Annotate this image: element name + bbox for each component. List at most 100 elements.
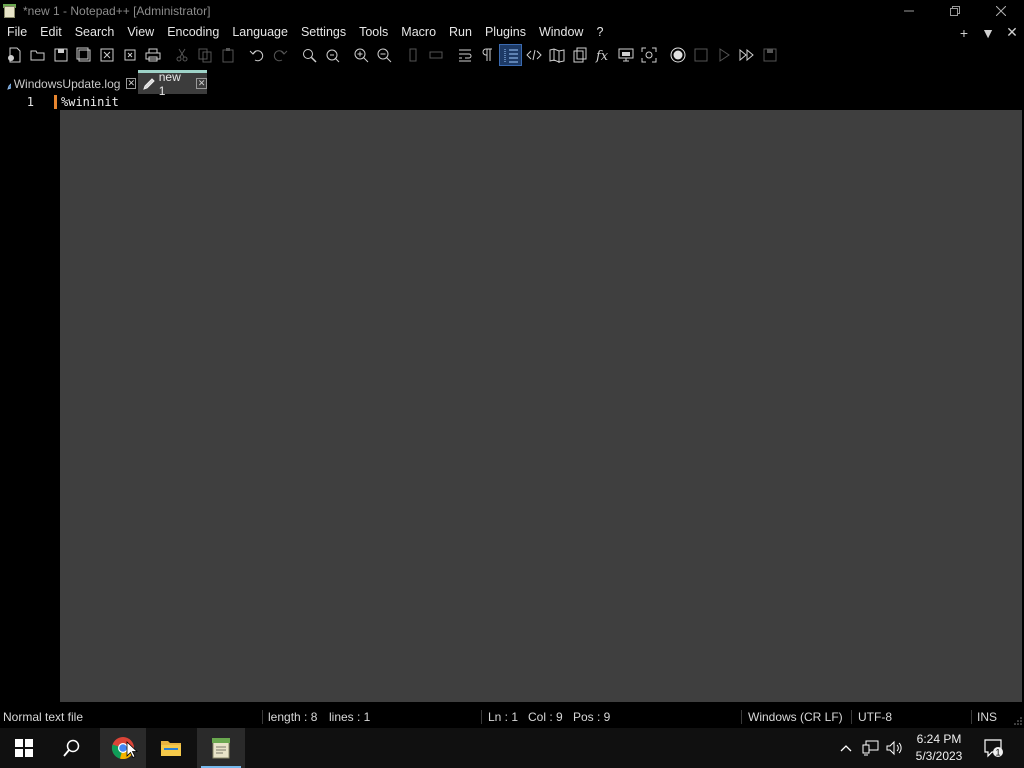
minimize-icon: [904, 10, 914, 12]
svg-text:fx: fx: [595, 49, 609, 63]
menu-view[interactable]: View: [120, 22, 160, 43]
notification-icon: 1: [984, 739, 1003, 758]
zoom-in-icon[interactable]: [349, 44, 372, 66]
menu-bar: File Edit Search View Encoding Language …: [0, 22, 1024, 43]
toolbar: fx: [0, 43, 1024, 66]
change-marker: [54, 95, 57, 109]
cut-icon[interactable]: [170, 44, 193, 66]
menu-edit[interactable]: Edit: [33, 22, 68, 43]
network-icon: [862, 740, 879, 756]
search-icon: [63, 739, 80, 757]
menu-macro[interactable]: Macro: [394, 22, 442, 43]
new-file-icon[interactable]: [3, 44, 26, 66]
tab-close-button[interactable]: ✕: [196, 78, 207, 89]
save-all-icon[interactable]: [72, 44, 95, 66]
resize-grip-icon[interactable]: [1014, 717, 1022, 725]
minimize-button[interactable]: [886, 0, 932, 22]
record-macro-icon[interactable]: [666, 44, 689, 66]
tab-new-1[interactable]: new 1 ✕: [138, 70, 207, 98]
status-bar: Normal text file length : 8 lines : 1 Ln…: [0, 706, 1024, 728]
code-line[interactable]: %wininit: [60, 95, 119, 110]
indent-guide-icon[interactable]: [499, 43, 522, 66]
stop-macro-icon[interactable]: [689, 44, 712, 66]
close-icon[interactable]: [95, 44, 118, 66]
status-insert-mode[interactable]: INS: [977, 706, 997, 728]
menu-language[interactable]: Language: [225, 22, 294, 43]
menu-right-controls: + ▼ ✕: [952, 22, 1024, 43]
editor-area[interactable]: 1 %wininit: [2, 95, 1022, 702]
system-clock[interactable]: 6:24 PM 5/3/2023: [908, 731, 970, 765]
search-button[interactable]: [48, 728, 96, 768]
notepad-plus-plus-icon: [3, 4, 17, 18]
status-col: Col : 9: [528, 710, 563, 724]
tab-close-button[interactable]: ✕: [126, 78, 136, 89]
clock-time: 6:24 PM: [916, 732, 962, 746]
window-title: *new 1 - Notepad++ [Administrator]: [23, 4, 211, 18]
tab-bar: WindowsUpdate.log ✕ new 1 ✕: [0, 70, 1024, 98]
document-map-icon[interactable]: [545, 44, 568, 66]
run-macro-multiple-icon[interactable]: [735, 44, 758, 66]
monitoring-icon[interactable]: [637, 44, 660, 66]
taskbar-notepad-plus-plus[interactable]: [197, 728, 245, 768]
status-ln: Ln : 1: [488, 710, 519, 724]
menu-tools[interactable]: Tools: [352, 22, 394, 43]
close-window-button[interactable]: [978, 0, 1024, 22]
chevron-up-icon: [840, 745, 852, 752]
menu-window[interactable]: Window: [532, 22, 589, 43]
restore-button[interactable]: [932, 0, 978, 22]
find-icon[interactable]: [297, 44, 320, 66]
sync-horizontal-icon[interactable]: [424, 44, 447, 66]
tab-windowsupdate-log[interactable]: WindowsUpdate.log ✕: [2, 73, 136, 94]
status-length: length : 8: [268, 710, 318, 724]
title-bar: *new 1 - Notepad++ [Administrator]: [0, 0, 1024, 22]
status-file-type: Normal text file: [3, 710, 84, 724]
close-icon: [996, 6, 1006, 16]
show-hidden-icons-button[interactable]: [836, 728, 856, 768]
play-macro-icon[interactable]: [712, 44, 735, 66]
menu-file[interactable]: File: [0, 22, 33, 43]
network-button[interactable]: [860, 728, 882, 768]
tab-list-dropdown-icon[interactable]: ▼: [976, 25, 1000, 41]
start-button[interactable]: [0, 728, 48, 768]
new-tab-plus-icon[interactable]: +: [952, 25, 976, 41]
function-list-icon[interactable]: fx: [591, 44, 614, 66]
menu-settings[interactable]: Settings: [294, 22, 352, 43]
save-icon[interactable]: [49, 44, 72, 66]
document-list-icon[interactable]: [568, 44, 591, 66]
line-number-gutter: 1: [2, 95, 60, 702]
undo-icon[interactable]: [245, 44, 268, 66]
sync-vertical-icon[interactable]: [401, 44, 424, 66]
menu-plugins[interactable]: Plugins: [478, 22, 532, 43]
restore-icon: [950, 6, 960, 16]
volume-button[interactable]: [884, 728, 906, 768]
copy-icon[interactable]: [193, 44, 216, 66]
window-controls: [886, 0, 1024, 22]
word-wrap-icon[interactable]: [453, 44, 476, 66]
status-eol[interactable]: Windows (CR LF): [748, 706, 843, 728]
close-document-icon[interactable]: ✕: [1000, 24, 1024, 41]
close-all-icon[interactable]: [118, 44, 141, 66]
print-icon[interactable]: [141, 44, 164, 66]
open-file-icon[interactable]: [26, 44, 49, 66]
status-pos: Pos : 9: [573, 710, 611, 724]
redo-icon[interactable]: [268, 44, 291, 66]
action-center-button[interactable]: 1: [980, 728, 1008, 768]
replace-icon[interactable]: [320, 44, 343, 66]
notepad-plus-plus-icon: [212, 738, 230, 759]
status-encoding[interactable]: UTF-8: [858, 706, 892, 728]
xml-tag-icon[interactable]: [522, 44, 545, 66]
zoom-out-icon[interactable]: [372, 44, 395, 66]
current-line-highlight: [60, 95, 1022, 110]
folder-icon: [161, 741, 181, 756]
menu-encoding[interactable]: Encoding: [160, 22, 225, 43]
folder-as-workspace-icon[interactable]: [614, 44, 637, 66]
menu-search[interactable]: Search: [68, 22, 121, 43]
menu-run[interactable]: Run: [442, 22, 478, 43]
save-macro-icon[interactable]: [758, 44, 781, 66]
taskbar-chrome[interactable]: [100, 728, 146, 768]
paste-icon[interactable]: [216, 44, 239, 66]
show-all-chars-icon[interactable]: [476, 44, 499, 66]
menu-help[interactable]: ?: [589, 22, 609, 43]
taskbar-file-explorer[interactable]: [148, 728, 194, 768]
tab-label: WindowsUpdate.log: [13, 76, 121, 91]
